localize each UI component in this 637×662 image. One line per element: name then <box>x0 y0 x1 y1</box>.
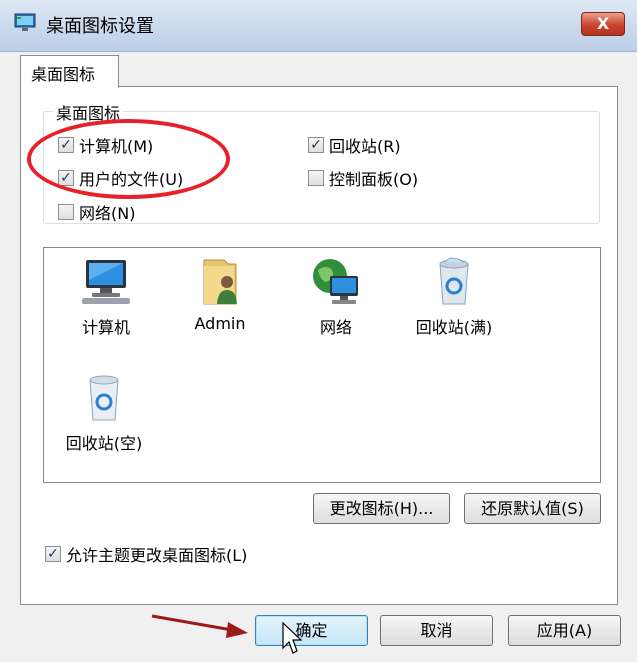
icon-label: 回收站(满) <box>415 318 493 337</box>
checkbox-network[interactable]: 网络(N) <box>58 200 135 224</box>
change-icon-button[interactable]: 更改图标(H)... <box>313 493 450 524</box>
window-title: 桌面图标设置 <box>46 16 154 37</box>
checkbox-box[interactable]: ✓ <box>58 137 74 153</box>
list-item-computer[interactable]: 计算机 <box>66 256 146 338</box>
checkbox-user-files[interactable]: ✓ 用户的文件(U) <box>58 166 183 190</box>
checkbox-computer[interactable]: ✓ 计算机(M) <box>58 133 153 157</box>
checkbox-box[interactable] <box>308 170 324 186</box>
list-item-admin[interactable]: Admin <box>180 256 260 333</box>
checkbox-control-panel[interactable]: 控制面板(O) <box>308 166 418 190</box>
checkbox-box[interactable]: ✓ <box>45 546 61 562</box>
list-item-recycle-bin-full[interactable]: 回收站(满) <box>404 256 504 338</box>
checkbox-label: 网络(N) <box>79 204 136 223</box>
desktop-settings-icon <box>14 13 36 31</box>
checkbox-recycle-bin[interactable]: ✓ 回收站(R) <box>308 133 401 157</box>
icon-label: 计算机 <box>81 318 130 337</box>
checkbox-label: 控制面板(O) <box>329 170 419 189</box>
recycle-bin-empty-icon <box>89 375 119 421</box>
apply-button[interactable]: 应用(A) <box>508 615 621 646</box>
checkbox-label: 回收站(R) <box>329 137 401 156</box>
checkbox-label: 计算机(M) <box>79 137 154 156</box>
network-icon <box>313 259 358 304</box>
computer-icon <box>82 260 130 304</box>
list-item-network[interactable]: 网络 <box>296 256 376 338</box>
close-button[interactable]: X <box>581 12 625 36</box>
checkbox-box[interactable] <box>58 204 74 220</box>
restore-default-button[interactable]: 还原默认值(S) <box>464 493 601 524</box>
icon-label: Admin <box>194 314 246 333</box>
checkbox-allow-themes[interactable]: ✓ 允许主题更改桌面图标(L) <box>45 542 247 566</box>
icon-list[interactable]: 计算机 Admin 网络 回收站(满) 回收站(空) <box>43 247 601 483</box>
ok-button[interactable]: 确定 <box>255 615 368 646</box>
icon-label: 回收站(空) <box>65 434 143 453</box>
checkbox-box[interactable]: ✓ <box>308 137 324 153</box>
title-bar: 桌面图标设置 X <box>0 0 637 52</box>
checkbox-box[interactable]: ✓ <box>58 170 74 186</box>
recycle-bin-full-icon <box>439 257 469 305</box>
list-item-recycle-bin-empty[interactable]: 回收站(空) <box>54 372 154 454</box>
user-folder-icon <box>203 259 237 305</box>
cancel-button[interactable]: 取消 <box>380 615 493 646</box>
group-title: 桌面图标 <box>53 100 124 124</box>
icon-label: 网络 <box>319 318 352 337</box>
tab-desktop-icons[interactable]: 桌面图标 <box>20 55 119 88</box>
checkbox-label: 用户的文件(U) <box>79 170 184 189</box>
checkbox-label: 允许主题更改桌面图标(L) <box>66 546 248 565</box>
red-arrow-icon <box>151 614 248 638</box>
